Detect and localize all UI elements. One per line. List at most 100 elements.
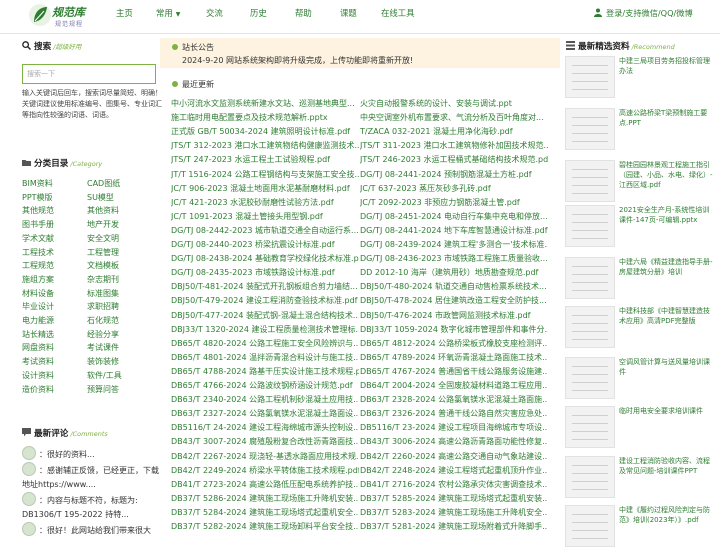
recent-update-link[interactable]: JC/T 1091-2023 混凝土管接头用型钢.pdf	[171, 211, 359, 222]
recent-update-link[interactable]: DG/TJ 08-2438-2024 基础教育学校绿化技术标准.pdf	[171, 253, 359, 264]
recent-update-link[interactable]: DB65/T 4801-2024 温拌沥青混合料设计与施工技...	[171, 352, 359, 363]
category-item[interactable]: 软件/工具	[87, 370, 122, 381]
recent-update-link[interactable]: DB37/T 5282-2024 建筑施工现场卸料平台安全技...	[171, 521, 359, 532]
category-item[interactable]: 工程技术	[22, 247, 54, 258]
category-item[interactable]: 电力能源	[22, 315, 54, 326]
recent-update-link[interactable]: 中央空调室外机布置要求、气流分析及百叶角度对...	[360, 112, 548, 123]
login-link[interactable]: 登录/支持微信/QQ/微博	[594, 7, 693, 19]
category-item[interactable]: 工程管理	[87, 247, 119, 258]
recent-update-link[interactable]: DB42/T 2248-2024 建设工程塔式起重机顶升作业...	[360, 465, 548, 476]
category-item[interactable]: 毕业设计	[22, 301, 54, 312]
recent-update-link[interactable]: DB37/T 5285-2024 建筑施工现场塔式起重机安装...	[360, 493, 548, 504]
recent-update-link[interactable]: DG/TJ 08-2451-2024 电动自行车集中充电和停放...	[360, 211, 548, 222]
recent-update-link[interactable]: DB37/T 5281-2024 建筑施工现场附着式升降脚手...	[360, 521, 548, 532]
recent-update-link[interactable]: DB37/T 5286-2024 建筑施工现场施工升降机安装...	[171, 493, 359, 504]
nav-help[interactable]: 帮助	[295, 0, 312, 26]
search-input[interactable]: 搜索一下	[22, 64, 156, 84]
category-item[interactable]: 站长精选	[22, 329, 54, 340]
category-item[interactable]: 施组方案	[22, 274, 54, 285]
recent-update-link[interactable]: DBJ50/T-481-2024 装配式开孔钢板组合剪力墙结...	[171, 281, 359, 292]
recent-update-link[interactable]: DB37/T 5283-2024 建筑施工现场施工升降机安全...	[360, 507, 548, 518]
recent-update-link[interactable]: DG/TJ 08-2440-2023 桥梁抗震设计标准.pdf	[171, 239, 359, 250]
featured-item[interactable]: 2021安全生产月-系统性培训课件-147页-可编辑.pptx	[565, 205, 715, 255]
category-item[interactable]: 学术文献	[22, 233, 54, 244]
featured-item[interactable]: 碧桂园园林景观工程施工指引（园建、小品、水电、绿化）-江西区域.pdf	[565, 160, 715, 210]
category-item[interactable]: 图书手册	[22, 219, 54, 230]
recent-update-link[interactable]: DB43/T 3006-2024 高速公路沥青路面功能性修复...	[360, 436, 548, 447]
recent-update-link[interactable]: 施工临时用电配置要点及技术规范解析.pptx	[171, 112, 359, 123]
recent-update-link[interactable]: DB42/T 2249-2024 桥梁水平转体施工技术规程.pdf	[171, 465, 359, 476]
recent-update-link[interactable]: DBJ50/T-477-2024 装配式钢-混凝土混合结构技术...	[171, 310, 359, 321]
recent-update-link[interactable]: DBJ33/T 1320-2024 建设工程质量检测技术管理标...	[171, 324, 359, 335]
recent-update-link[interactable]: DG/TJ 08-2435-2023 市域铁路设计标准.pdf	[171, 267, 359, 278]
recent-update-link[interactable]: DB65/T 4820-2024 公路工程施工安全风险辨识与...	[171, 338, 359, 349]
category-item[interactable]: 设计资料	[22, 370, 54, 381]
recent-update-link[interactable]: DD 2012-10 海岸（建筑用砂）地质勘查规范.pdf	[360, 267, 548, 278]
recent-update-link[interactable]: JC/T 421-2023 水泥胶砂耐磨性试验方法.pdf	[171, 197, 359, 208]
category-item[interactable]: 考试课件	[87, 342, 119, 353]
recent-update-link[interactable]: JC/T 2092-2023 非预应力钢筋混凝土管.pdf	[360, 197, 548, 208]
nav-exchange[interactable]: 交流	[206, 0, 223, 26]
category-item[interactable]: 安全文明	[87, 233, 119, 244]
category-item[interactable]: 网盘资料	[22, 342, 54, 353]
category-item[interactable]: 预算问答	[87, 384, 119, 395]
category-item[interactable]: 考试资料	[22, 356, 54, 367]
recent-update-link[interactable]: DB65/T 4812-2024 公路桥梁板式橡胶支座检测评...	[360, 338, 548, 349]
nav-online-tools[interactable]: 在线工具	[381, 0, 415, 26]
recent-update-link[interactable]: DG/TJ 08-2436-2023 市域铁路工程施工质量验收...	[360, 253, 548, 264]
recent-update-link[interactable]: DB5116/T 24-2024 建设工程海绵城市源头控制设...	[171, 422, 359, 433]
nav-home[interactable]: 主页	[116, 0, 133, 26]
comment-item[interactable]: ：内容与标题不符，标题为: DB1306/T 195-2022 持特...	[22, 492, 160, 522]
recent-update-link[interactable]: DBJ50/T-480-2024 轨道交通自动售检票系统技术...	[360, 281, 548, 292]
recent-update-link[interactable]: DB65/T 4767-2024 普通国省干线公路服务设施建...	[360, 366, 548, 377]
recent-update-link[interactable]: DB65/T 4789-2024 环氧沥青混凝土路面施工技术...	[360, 352, 548, 363]
site-logo[interactable]: 规范库 规范规程	[28, 2, 90, 32]
recent-update-link[interactable]: DB42/T 2260-2024 高速公路交通自动气象站建设...	[360, 451, 548, 462]
recent-update-link[interactable]: DB63/T 2327-2024 公路氯氧镁水泥混凝土路面设...	[171, 408, 359, 419]
category-item[interactable]: BIM资料	[22, 178, 53, 189]
recent-update-link[interactable]: 正式版 GB/T 50034-2024 建筑照明设计标准.pdf	[171, 126, 359, 137]
comment-item[interactable]: ：感谢辅正反馈，已经更正，下载地址https://www....	[22, 462, 160, 492]
recent-update-link[interactable]: DBJ50/T-476-2024 市政管网监测技术标准.pdf	[360, 310, 548, 321]
featured-item[interactable]: 中建科技部《中建智慧建造技术应用》高清PDF完整版	[565, 306, 715, 356]
recent-update-link[interactable]: DB63/T 2326-2024 普通干线公路自然灾害应急处...	[360, 408, 548, 419]
recent-update-link[interactable]: DB42/T 2267-2024 现浇轻-基透水路面应用技术规...	[171, 451, 359, 462]
recent-update-link[interactable]: DB37/T 5284-2024 建筑施工现场塔式起重机安全...	[171, 507, 359, 518]
recent-update-link[interactable]: JTS/T 312-2023 港口水工建筑物结构健康监测技术...	[171, 140, 359, 151]
recent-update-link[interactable]: DG/TJ 08-2439-2024 建筑工程'多测合一'技术标准...	[360, 239, 548, 250]
category-item[interactable]: 标准图集	[87, 288, 119, 299]
recent-update-link[interactable]: DB41/T 2723-2024 高速公路低压配电系统养护技...	[171, 479, 359, 490]
featured-item[interactable]: 中建六局《精益建造指导手册-房屋建筑分册》培训	[565, 257, 715, 307]
category-item[interactable]: 经验分享	[87, 329, 119, 340]
recent-update-link[interactable]: JTS/T 247-2023 水运工程土工试验规程.pdf	[171, 154, 359, 165]
category-item[interactable]: 其他资料	[87, 205, 119, 216]
recent-update-link[interactable]: JC/T 637-2023 蒸压灰砂多孔砖.pdf	[360, 183, 548, 194]
recent-update-link[interactable]: DB64/T 2004-2024 全固废胶凝材料道路工程应用...	[360, 380, 548, 391]
category-item[interactable]: 工程规范	[22, 260, 54, 271]
featured-item[interactable]: 中建《履约过程风险判定与防范》培训(2023年）》.pdf	[565, 505, 715, 555]
nav-topics[interactable]: 课题	[340, 0, 357, 26]
recent-update-link[interactable]: DB41/T 2716-2024 农村公路承灾体灾害调查技术...	[360, 479, 548, 490]
category-item[interactable]: 求职招聘	[87, 301, 119, 312]
nav-history[interactable]: 历史	[250, 0, 267, 26]
featured-item[interactable]: 临时用电安全要求培训课件	[565, 406, 715, 456]
recent-update-link[interactable]: JT/T 1516-2024 公路工程钢结构与支架施工安全技...	[171, 169, 359, 180]
category-item[interactable]: 杂志期刊	[87, 274, 119, 285]
category-item[interactable]: 其他规范	[22, 205, 54, 216]
recent-update-link[interactable]: JTS/T 246-2023 水运工程桶式基础结构技术规范.pdf	[360, 154, 548, 165]
recent-update-link[interactable]: DG/TJ 08-2442-2023 城市轨道交通全自动运行系...	[171, 225, 359, 236]
recent-update-link[interactable]: DBJ50/T-478-2024 居住建筑改造工程安全防护技...	[360, 295, 548, 306]
category-item[interactable]: 造价资料	[22, 384, 54, 395]
featured-item[interactable]: 建设工程消防验收内容、流程及常见问题-培训课件PPT	[565, 456, 715, 506]
recent-update-link[interactable]: DG/TJ 08-2441-2024 预制钢筋混凝土方桩.pdf	[360, 169, 548, 180]
category-item[interactable]: 文档模板	[87, 260, 119, 271]
recent-update-link[interactable]: DBJ33/T 1059-2024 数字化城市管理部件和事件分...	[360, 324, 548, 335]
recent-update-link[interactable]: DB43/T 3007-2024 腐殖殷粉复合改性沥青路面技...	[171, 436, 359, 447]
recent-update-link[interactable]: DB65/T 4766-2024 公路波纹钢桥涵设计规范.pdf	[171, 380, 359, 391]
recent-update-link[interactable]: DB63/T 2328-2024 公路氯氧镁水泥混凝土路面施...	[360, 394, 548, 405]
featured-item[interactable]: 高速公路桥梁T梁预制施工要点.PPT	[565, 108, 715, 158]
recent-update-link[interactable]: DG/TJ 08-2441-2024 地下车库智慧通设计标准.pdf	[360, 225, 548, 236]
recent-update-link[interactable]: 中小河流水文监测系统新建水文站、巡测基地典型...	[171, 98, 359, 109]
category-item[interactable]: SU模型	[87, 192, 114, 203]
featured-item[interactable]: 中建三局项目劳务招投标管理办法	[565, 56, 715, 106]
